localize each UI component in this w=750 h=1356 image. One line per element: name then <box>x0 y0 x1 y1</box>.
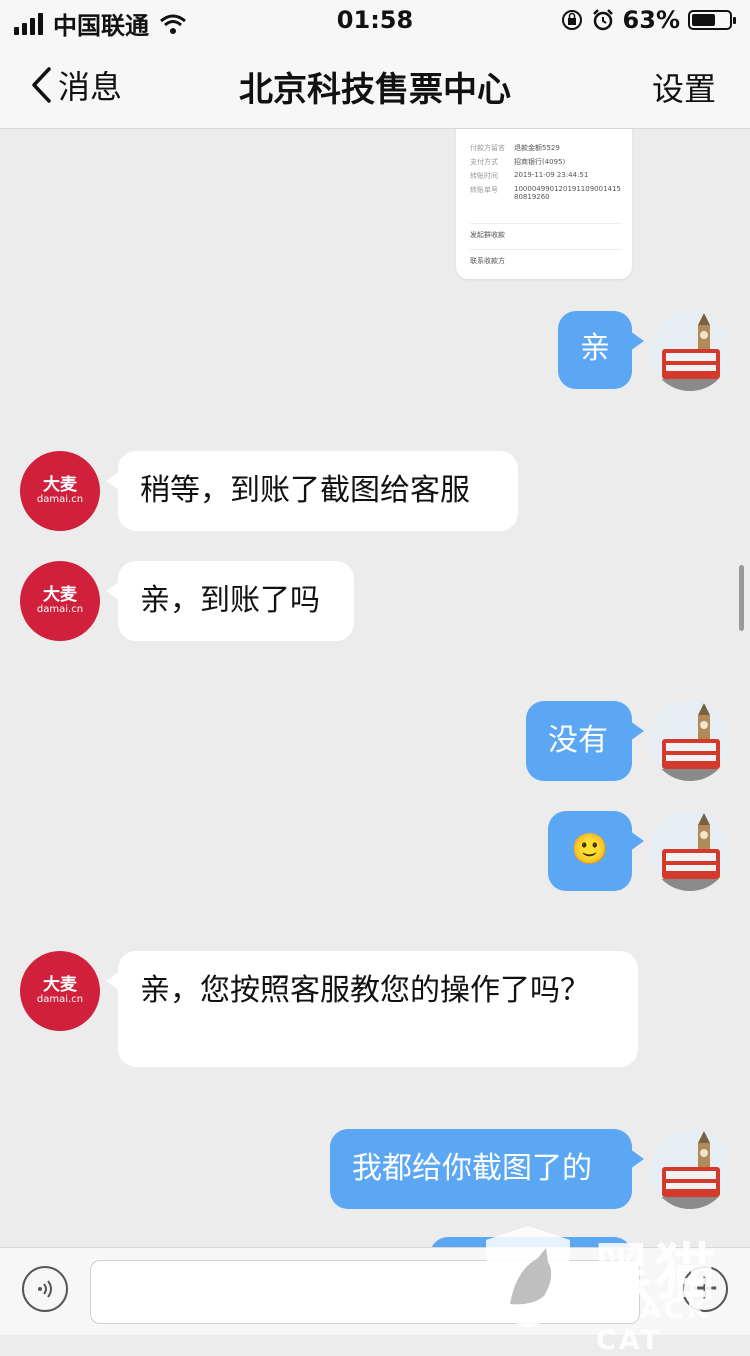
voice-icon <box>38 1280 52 1298</box>
status-bar: 中国联通 01:58 63% <box>0 0 750 42</box>
avatar-self[interactable] <box>650 701 730 781</box>
avatar-self[interactable] <box>650 311 730 391</box>
receipt-row: 转账时间 2019-11-09 23:44:51 <box>470 171 589 180</box>
battery-icon <box>688 10 736 30</box>
alarm-icon <box>592 9 613 31</box>
avatar-damai[interactable]: 大麦 damai.cn <box>20 451 100 531</box>
receipt-row: 转账单号 10000499012019110900141580819260 <box>470 185 621 201</box>
voice-button[interactable] <box>22 1266 68 1312</box>
receipt-row: 付款方留言 退款金额5529 <box>470 144 560 152</box>
london-icon <box>650 1129 730 1209</box>
watermark-en: BLACK CAT <box>596 1294 711 1356</box>
transfer-receipt-image[interactable]: 付款方留言 退款金额5529 支付方式 招商银行(4095) 转账时间 2019-11… <box>456 129 632 279</box>
message-out-emoji[interactable]: 🙂 <box>548 811 644 891</box>
black-cat-shield-icon <box>486 1226 570 1328</box>
message-in[interactable]: 亲，您按照客服教您的操作了吗？ <box>106 951 638 1067</box>
london-icon <box>650 701 730 781</box>
page-title: 北京科技售票中心 <box>239 70 511 110</box>
message-out[interactable]: 亲 <box>558 311 644 389</box>
london-icon <box>650 811 730 891</box>
message-out[interactable]: 我都给你截图了的 <box>330 1129 644 1209</box>
orientation-lock-icon <box>561 10 582 30</box>
watermark: 黑猫 BLACK CAT <box>480 1222 750 1356</box>
message-out[interactable]: 没有 <box>526 701 644 781</box>
nav-bar: 消息 北京科技售票中心 设置 <box>0 42 750 129</box>
chat-area[interactable]: 付款方留言 退款金额5529 支付方式 招商银行(4095) 转账时间 2019-11… <box>0 129 750 1247</box>
settings-button[interactable]: 设置 <box>652 64 716 110</box>
scrollbar[interactable] <box>739 565 744 631</box>
message-in[interactable]: 稍等，到账了截图给客服 <box>106 451 518 531</box>
london-icon <box>650 311 730 391</box>
message-in[interactable]: 亲，到账了吗 <box>106 561 354 641</box>
receipt-row: 支付方式 招商银行(4095) <box>470 158 566 166</box>
avatar-damai[interactable]: 大麦 damai.cn <box>20 561 100 641</box>
avatar-self[interactable] <box>650 1129 730 1209</box>
receipt-contact-link: 联系收款方 <box>470 249 622 266</box>
receipt-group-link: 发起群收款 <box>470 223 622 240</box>
avatar-self[interactable] <box>650 811 730 891</box>
battery-percent: 63% <box>622 6 680 34</box>
avatar-damai[interactable]: 大麦 damai.cn <box>20 951 100 1031</box>
